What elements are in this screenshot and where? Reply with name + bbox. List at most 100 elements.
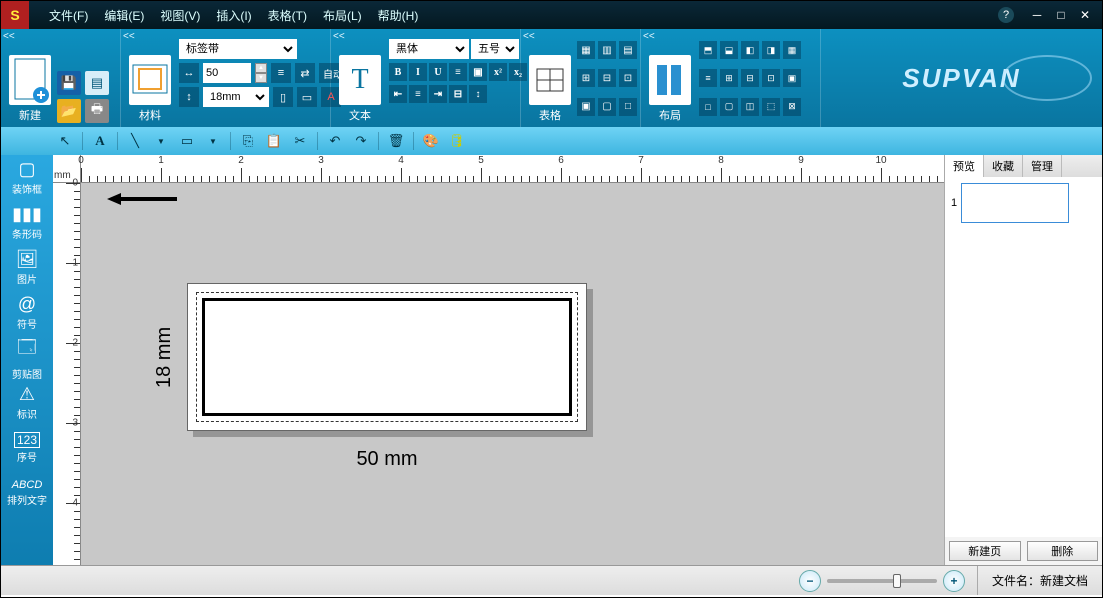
pointer-tool-icon[interactable]: ↖ [53, 130, 77, 152]
bold-button[interactable]: B [389, 63, 407, 81]
tbl-tool-icon[interactable]: ⊡ [619, 69, 637, 87]
align-c-button[interactable]: ≡ [409, 85, 427, 103]
link-icon[interactable]: ⇄ [295, 63, 315, 83]
lay-tool-icon[interactable]: ⬚ [762, 98, 780, 116]
tbl-tool-icon[interactable]: ▢ [598, 98, 616, 116]
tab-preview[interactable]: 预览 [945, 155, 984, 177]
chevron-left-icon[interactable]: << [643, 31, 655, 42]
sidebar-symbol[interactable]: @符号 [1, 290, 53, 335]
menu-view[interactable]: 视图(V) [160, 7, 200, 24]
spacing-button[interactable]: ↕ [469, 85, 487, 103]
tbl-tool-icon[interactable]: ⊞ [577, 69, 595, 87]
page-icon[interactable]: ▤ [85, 71, 109, 95]
menu-table[interactable]: 表格(T) [268, 7, 307, 24]
align-l-button[interactable]: ⇤ [389, 85, 407, 103]
tape-type-select[interactable]: 标签带 [179, 39, 297, 59]
minimize-button[interactable]: ─ [1028, 7, 1046, 23]
height-select[interactable]: 18mm [203, 87, 269, 107]
frame-button[interactable]: ▣ [469, 63, 487, 81]
new-button[interactable]: 新建 [9, 55, 51, 123]
lay-tool-icon[interactable]: ⊡ [762, 69, 780, 87]
menu-layout[interactable]: 布局(L) [323, 7, 362, 24]
lay-tool-icon[interactable]: ▢ [720, 98, 738, 116]
font-name-select[interactable]: 黑体 [389, 39, 469, 59]
menu-help[interactable]: 帮助(H) [378, 7, 419, 24]
close-button[interactable]: ✕ [1076, 7, 1094, 23]
lay-tool-icon[interactable]: ◨ [762, 41, 780, 59]
lay-tool-icon[interactable]: ⊠ [783, 98, 801, 116]
lay-tool-icon[interactable]: ◫ [741, 98, 759, 116]
lock-icon[interactable]: ≡ [271, 63, 291, 83]
align-left-button[interactable]: ≡ [449, 63, 467, 81]
label-object[interactable] [187, 283, 587, 431]
menu-edit[interactable]: 编辑(E) [104, 7, 144, 24]
chevron-left-icon[interactable]: << [333, 31, 345, 42]
zoom-handle[interactable] [893, 574, 901, 588]
save-icon[interactable]: 💾 [57, 71, 81, 95]
tbl-tool-icon[interactable]: ▣ [577, 98, 595, 116]
sidebar-arrange[interactable]: ABCD排列文字 [1, 470, 53, 515]
layout-button[interactable]: 布局 [649, 33, 691, 123]
lay-tool-icon[interactable]: ≡ [699, 69, 717, 87]
tbl-tool-icon[interactable]: ⊟ [598, 69, 616, 87]
lay-tool-icon[interactable]: ◧ [741, 41, 759, 59]
sidebar-clip[interactable]: 🗔剪贴图 [1, 335, 53, 380]
menu-insert[interactable]: 插入(I) [216, 7, 251, 24]
zoom-in-button[interactable]: + [943, 570, 965, 592]
page-thumbnail-row[interactable]: 1 [951, 183, 1096, 223]
chevron-left-icon[interactable]: << [523, 31, 535, 42]
tab-favorites[interactable]: 收藏 [984, 155, 1023, 177]
page-thumbnail[interactable] [961, 183, 1069, 223]
lay-tool-icon[interactable]: ⊟ [741, 69, 759, 87]
material-button[interactable]: 材料 [129, 33, 171, 123]
tbl-tool-icon[interactable]: ▤ [619, 41, 637, 59]
db-icon[interactable]: 🛢 [445, 130, 469, 152]
delete-icon[interactable]: 🗑 [384, 130, 408, 152]
lay-tool-icon[interactable]: ⬒ [699, 41, 717, 59]
tab-manage[interactable]: 管理 [1023, 155, 1062, 177]
dropdown-icon[interactable]: ▼ [149, 130, 173, 152]
menu-file[interactable]: 文件(F) [49, 7, 88, 24]
lay-tool-icon[interactable]: ▣ [783, 69, 801, 87]
open-icon[interactable]: 📂 [57, 99, 81, 123]
width-up[interactable]: ▲ [255, 63, 267, 73]
canvas[interactable]: 18 mm 50 mm [81, 183, 944, 565]
tbl-tool-icon[interactable]: ▥ [598, 41, 616, 59]
maximize-button[interactable]: □ [1052, 7, 1070, 23]
copy-icon[interactable]: ⎘ [236, 130, 260, 152]
table-button[interactable]: 表格 [529, 33, 571, 123]
delete-page-button[interactable]: 删除 [1027, 541, 1099, 561]
lay-tool-icon[interactable]: ⊞ [720, 69, 738, 87]
lay-tool-icon[interactable]: ⬓ [720, 41, 738, 59]
cut-icon[interactable]: ✂ [288, 130, 312, 152]
paste-icon[interactable]: 📋 [262, 130, 286, 152]
zoom-slider[interactable] [827, 579, 937, 583]
chevron-left-icon[interactable]: << [3, 31, 15, 42]
dropdown-icon[interactable]: ▼ [201, 130, 225, 152]
chevron-left-icon[interactable]: << [123, 31, 135, 42]
tbl-tool-icon[interactable]: ▦ [577, 41, 595, 59]
sidebar-frame[interactable]: ▢装饰框 [1, 155, 53, 200]
lay-tool-icon[interactable]: ▦ [783, 41, 801, 59]
help-icon[interactable]: ? [998, 7, 1014, 23]
sidebar-serial[interactable]: 123序号 [1, 425, 53, 470]
width-down[interactable]: ▼ [255, 73, 267, 83]
sidebar-mark[interactable]: ⚠标识 [1, 380, 53, 425]
palette-icon[interactable]: 🎨 [419, 130, 443, 152]
underline-button[interactable]: U [429, 63, 447, 81]
width-input[interactable] [203, 63, 251, 83]
tbl-tool-icon[interactable]: □ [619, 98, 637, 116]
redo-icon[interactable]: ↷ [349, 130, 373, 152]
italic-button[interactable]: I [409, 63, 427, 81]
font-size-select[interactable]: 五号 [471, 39, 519, 59]
rect-tool-icon[interactable]: ▭ [175, 130, 199, 152]
orient-landscape-icon[interactable]: ▭ [297, 87, 317, 107]
new-page-button[interactable]: 新建页 [949, 541, 1021, 561]
sidebar-image[interactable]: 🖼图片 [1, 245, 53, 290]
text-tool-icon[interactable]: A [88, 130, 112, 152]
orient-portrait-icon[interactable]: ▯ [273, 87, 293, 107]
print-icon[interactable]: 🖶 [85, 99, 109, 123]
super-button[interactable]: x² [489, 63, 507, 81]
align-r-button[interactable]: ⇥ [429, 85, 447, 103]
lay-tool-icon[interactable]: □ [699, 98, 717, 116]
